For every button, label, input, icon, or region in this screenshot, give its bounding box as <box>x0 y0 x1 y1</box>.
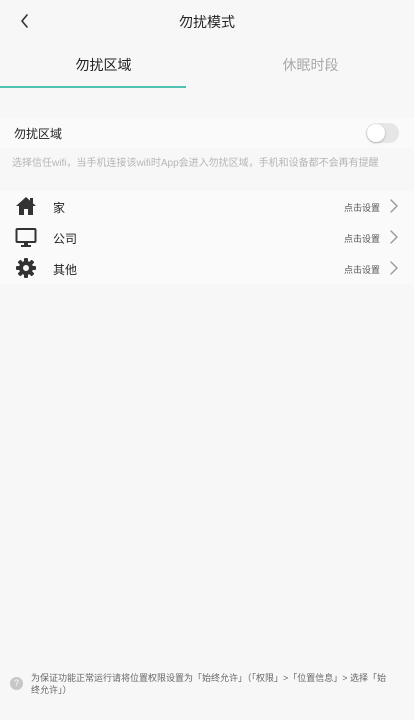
page-title: 勿扰模式 <box>179 14 235 30</box>
monitor-icon <box>15 228 37 247</box>
help-icon: ? <box>10 677 23 690</box>
zone-toggle-row: 勿扰区域 <box>0 118 414 148</box>
active-tab-indicator <box>0 86 186 88</box>
location-list: 家 点击设置 公司 点击设置 其他 点击设置 <box>0 191 414 284</box>
location-action: 点击设置 <box>343 234 380 244</box>
permission-note-text: 为保证功能正常运行请将位置权限设置为「始终允许」（「权限」>「位置信息」> 选择… <box>31 673 387 695</box>
tab-do-not-disturb-zone[interactable]: 勿扰区域 <box>0 46 207 88</box>
chevron-right-icon <box>390 261 398 275</box>
location-label: 其他 <box>53 263 78 277</box>
zone-toggle-label: 勿扰区域 <box>14 127 63 141</box>
location-action: 点击设置 <box>343 265 380 275</box>
location-item-company[interactable]: 公司 点击设置 <box>0 222 414 253</box>
location-item-home[interactable]: 家 点击设置 <box>0 191 414 222</box>
title-bar: 勿扰模式 <box>0 0 414 42</box>
location-action: 点击设置 <box>343 203 380 213</box>
location-item-other[interactable]: 其他 点击设置 <box>0 253 414 284</box>
tab-sleep-period[interactable]: 休眠时段 <box>207 46 414 88</box>
zone-toggle-switch[interactable] <box>366 123 399 143</box>
gear-icon <box>16 258 36 278</box>
zone-hint-text: 选择信任wifi，当手机连接该wifi时App会进入勿扰区域，手机和设备都不会再… <box>12 158 379 169</box>
location-label: 公司 <box>53 232 78 246</box>
chevron-right-icon <box>390 199 398 213</box>
location-label: 家 <box>53 201 66 215</box>
switch-knob <box>367 124 385 142</box>
chevron-right-icon <box>390 230 398 244</box>
tab-bar: 勿扰区域 休眠时段 <box>0 46 414 88</box>
home-icon <box>16 197 36 215</box>
